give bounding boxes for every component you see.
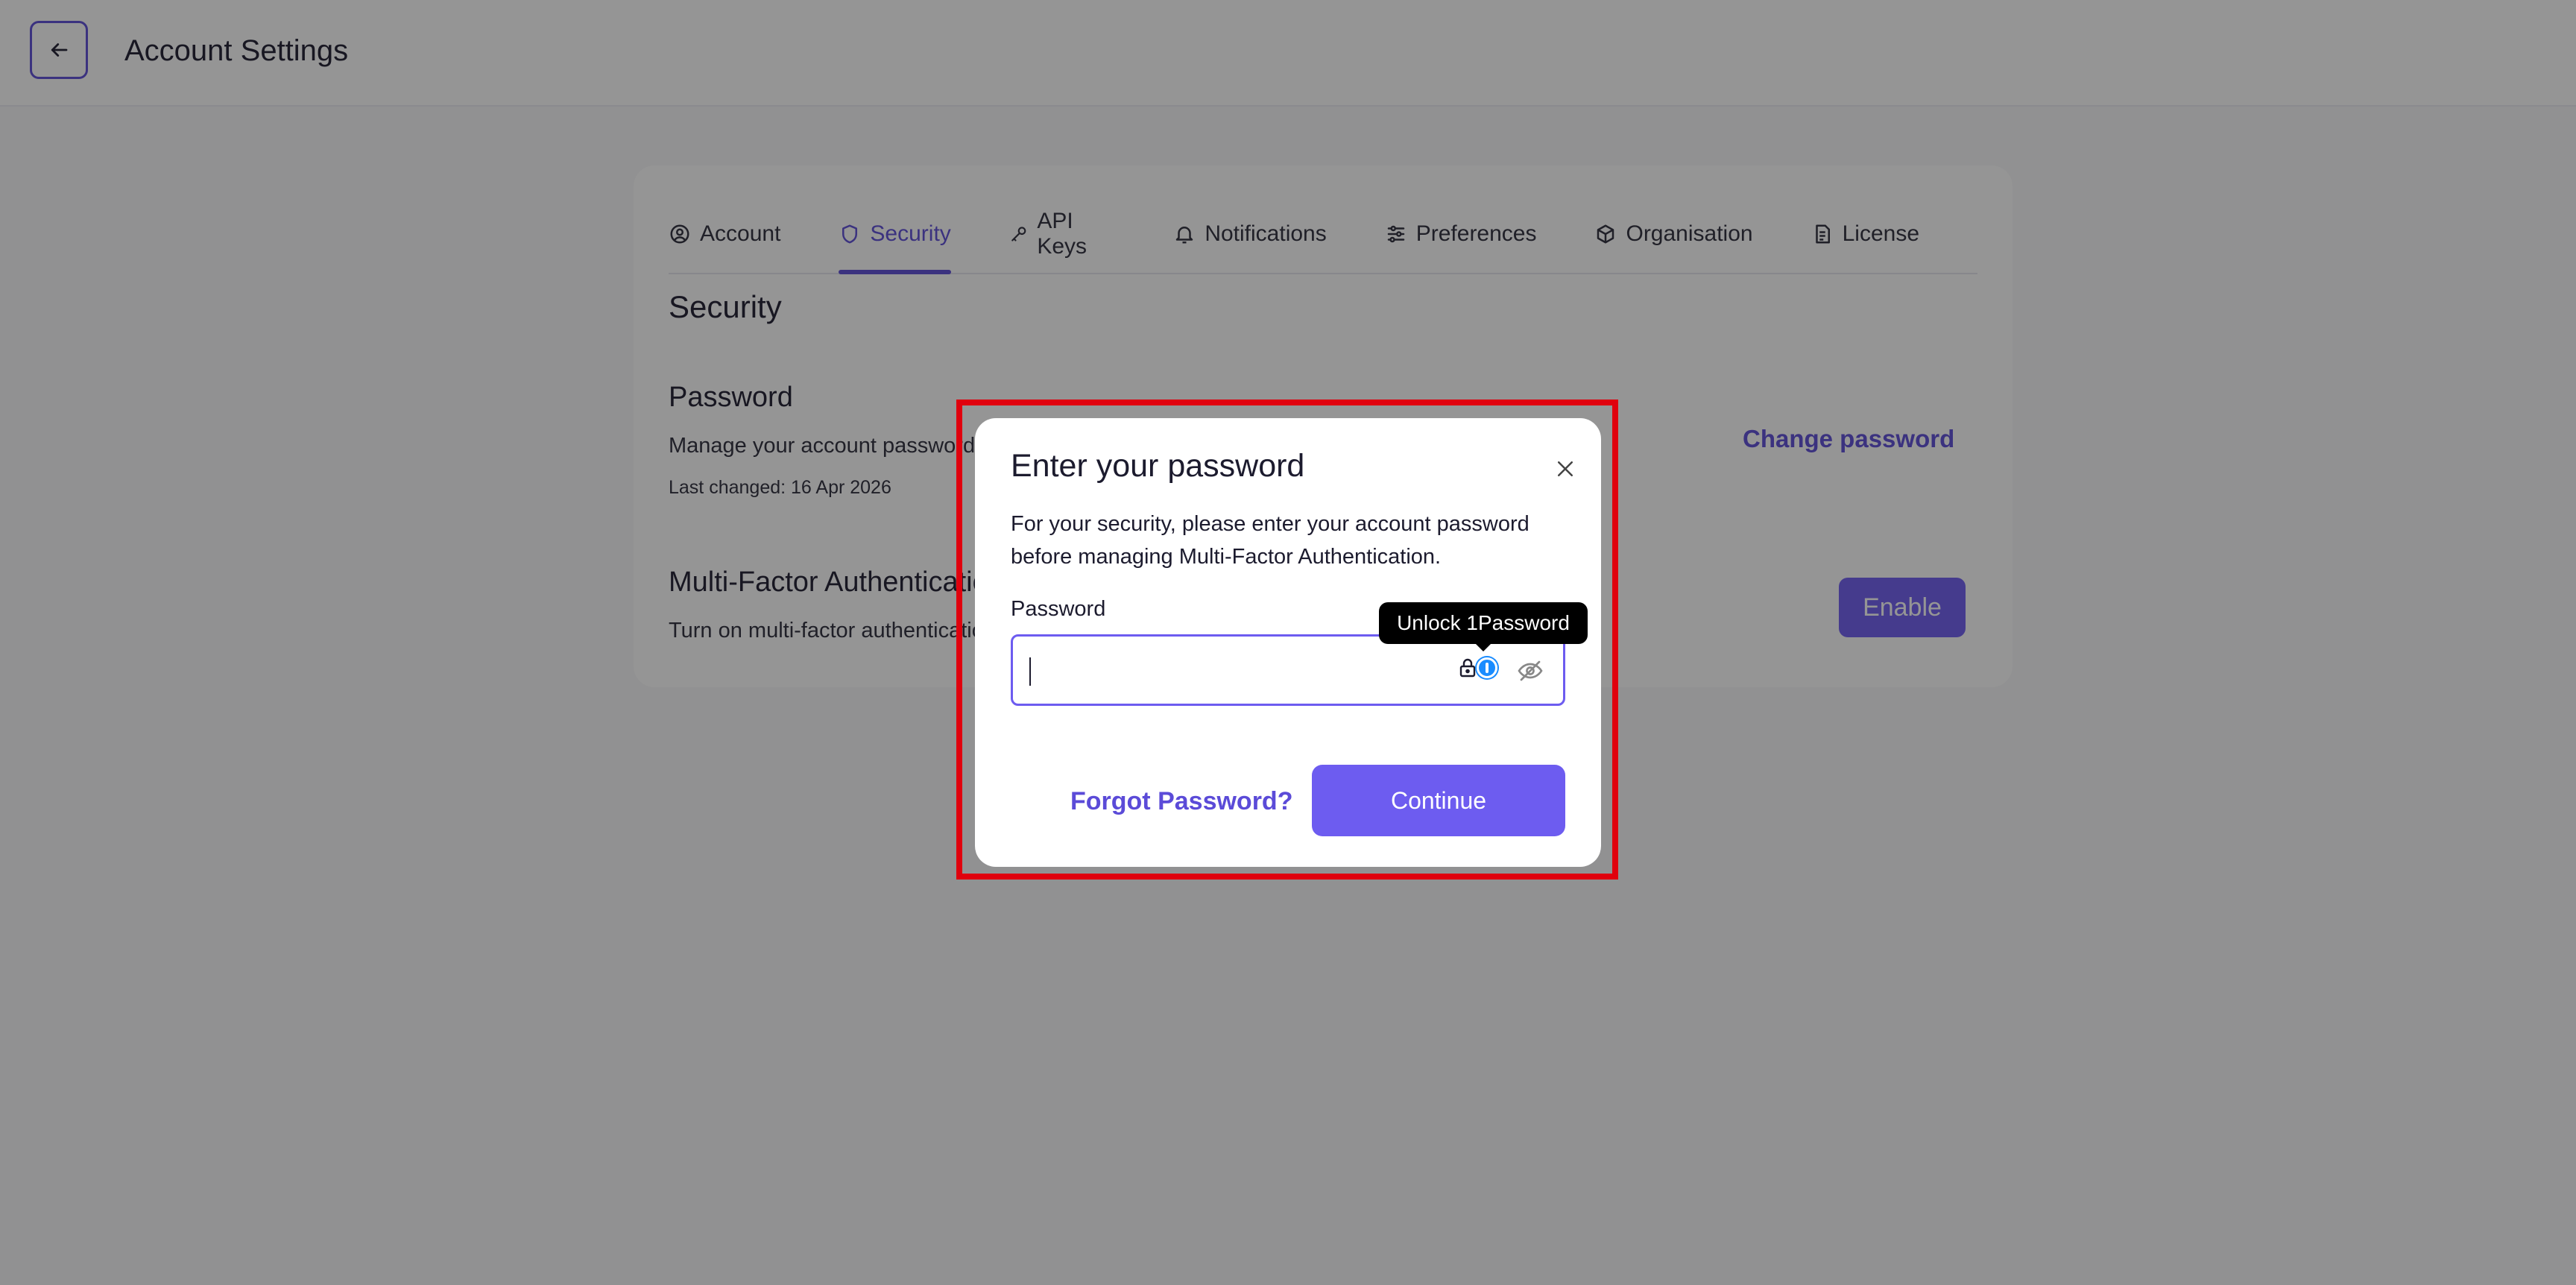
password-manager-tooltip: Unlock 1Password	[1379, 602, 1588, 651]
lock-icon[interactable]	[1459, 658, 1476, 678]
password-manager-icon[interactable]	[1477, 657, 1497, 678]
forgot-password-link[interactable]: Forgot Password?	[1070, 787, 1292, 816]
password-input[interactable]	[1028, 644, 1448, 698]
close-button[interactable]	[1543, 446, 1588, 491]
eye-off-icon	[1518, 660, 1543, 681]
dialog-title: Enter your password	[1011, 448, 1305, 484]
password-label: Password	[1011, 597, 1106, 621]
dialog-description: For your security, please enter your acc…	[1011, 512, 1530, 569]
text-caret	[1029, 657, 1031, 686]
toggle-visibility-button[interactable]	[1517, 657, 1544, 684]
continue-button[interactable]: Continue	[1312, 765, 1565, 836]
close-icon	[1558, 461, 1573, 476]
